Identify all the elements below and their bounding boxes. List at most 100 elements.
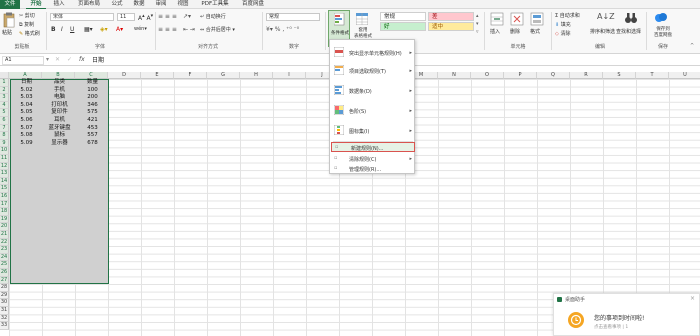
cell-a5[interactable]: 5.05 (10, 109, 43, 117)
delete-cells-button[interactable]: 删除 (510, 28, 520, 35)
paste-button[interactable]: 粘贴 (2, 29, 12, 36)
save-to-netdisk-button[interactable]: 保存到 百度网盘 (648, 27, 678, 38)
cell-c2[interactable]: 100 (76, 87, 109, 95)
notification-sub[interactable]: 点击查看事项 | 1 (594, 324, 628, 330)
insert-cells-icon[interactable] (490, 12, 504, 26)
cancel-formula-icon[interactable]: ✕ (55, 56, 60, 63)
tab-insert[interactable]: 插入 (50, 0, 68, 9)
bold-icon[interactable]: B (51, 26, 56, 33)
row-header-33[interactable]: 33 (0, 322, 9, 330)
column-header-h[interactable]: H (240, 72, 273, 79)
cut-button[interactable]: ✂ 剪切 (19, 12, 35, 19)
column-header-q[interactable]: Q (537, 72, 570, 79)
menu-item-clear-rules[interactable]: ▫ 清除规则(C) ▸ (330, 154, 416, 163)
confirm-formula-icon[interactable]: ✓ (67, 56, 72, 63)
align-left-icon[interactable]: ≡ ≡ ≡ (158, 26, 177, 33)
row-header-19[interactable]: 19 (0, 215, 9, 224)
cell-c4[interactable]: 346 (76, 102, 109, 110)
column-header-t[interactable]: T (636, 72, 669, 79)
currency-icon[interactable]: ¥▾ % , ⁺⁰ ⁻⁰ (266, 26, 299, 33)
font-size-select[interactable]: 11 (117, 13, 135, 21)
cell-a3[interactable]: 5.03 (10, 94, 43, 102)
row-header-28[interactable]: 28 (0, 284, 9, 292)
column-header-s[interactable]: S (603, 72, 636, 79)
row-header-8[interactable]: 8 (0, 132, 9, 140)
row-header-7[interactable]: 7 (0, 124, 9, 133)
row-header-20[interactable]: 20 (0, 223, 9, 231)
copy-button[interactable]: ⧉ 复制 (19, 21, 34, 28)
number-format-select[interactable]: 常规 (266, 13, 320, 21)
table-format-icon[interactable] (355, 12, 369, 26)
merge-center-button[interactable]: ⇔ 合并后居中 ▾ (200, 26, 235, 33)
row-header-13[interactable]: 13 (0, 170, 9, 178)
row-header-22[interactable]: 22 (0, 238, 9, 247)
column-header-b[interactable]: B (42, 72, 75, 79)
cell-a9[interactable]: 5.09 (10, 140, 43, 148)
binoculars-icon[interactable] (624, 11, 638, 25)
find-select-button[interactable]: 查找和选择 (616, 28, 641, 35)
fill-button[interactable]: ⬇ 填充 (555, 21, 571, 28)
desktop-notification[interactable]: 桌面助手 × 您的事项到时间啦! 点击查看事项 | 1 (553, 293, 700, 336)
tab-home[interactable]: 开始 (26, 0, 46, 9)
tab-data[interactable]: 数据 (130, 0, 148, 9)
row-header-29[interactable]: 29 (0, 291, 9, 300)
row-header-18[interactable]: 18 (0, 208, 9, 216)
column-header-r[interactable]: R (570, 72, 603, 79)
menu-item-icon-sets[interactable]: 图标集(I) ▸ (330, 124, 416, 138)
column-header-g[interactable]: G (207, 72, 240, 79)
format-cells-icon[interactable] (530, 12, 544, 26)
insert-function-icon[interactable]: fx (79, 56, 85, 63)
borders-icon[interactable]: ▦▾ (84, 26, 93, 33)
tab-baidu-netdisk[interactable]: 百度网盘 (238, 0, 268, 9)
row-header-15[interactable]: 15 (0, 185, 9, 193)
italic-icon[interactable]: I (61, 26, 63, 33)
column-header-i[interactable]: I (273, 72, 306, 79)
row-header-31[interactable]: 31 (0, 307, 9, 315)
underline-icon[interactable]: U (70, 26, 74, 33)
row-header-10[interactable]: 10 (0, 147, 9, 155)
style-neutral[interactable]: 适中 (428, 22, 474, 31)
column-header-p[interactable]: P (504, 72, 537, 79)
style-bad[interactable]: 差 (428, 12, 474, 21)
column-header-c[interactable]: C (75, 72, 108, 79)
style-normal[interactable]: 常规 (380, 12, 426, 21)
font-color-icon[interactable]: A▾ (116, 26, 123, 33)
column-header-d[interactable]: D (108, 72, 141, 79)
close-icon[interactable]: × (690, 295, 695, 302)
column-header-o[interactable]: O (471, 72, 504, 79)
cell-c9[interactable]: 678 (76, 140, 109, 148)
menu-item-manage-rules[interactable]: ▫ 管理规则(R)... (330, 164, 416, 173)
sort-filter-icon[interactable]: A↓Z (597, 12, 615, 24)
tab-review[interactable]: 审阅 (152, 0, 170, 9)
row-header-23[interactable]: 23 (0, 246, 9, 254)
cloud-save-icon[interactable] (654, 11, 668, 23)
style-good[interactable]: 好 (380, 22, 426, 31)
menu-item-highlight-rules[interactable]: 突出显示单元格规则(H) ▸ (330, 46, 416, 60)
row-header-3[interactable]: 3 (0, 94, 9, 102)
menu-item-color-scales[interactable]: 色阶(S) ▸ (330, 104, 416, 118)
font-name-select[interactable]: 宋体 (50, 13, 114, 21)
sort-filter-button[interactable]: 排序和筛选 (590, 28, 615, 35)
clear-button[interactable]: ◇ 清除 (555, 30, 570, 37)
column-header-f[interactable]: F (174, 72, 207, 79)
menu-item-top-bottom-rules[interactable]: 项目选取规则(T) ▸ (330, 64, 416, 78)
cell-c8[interactable]: 557 (76, 132, 109, 140)
column-header-e[interactable]: E (141, 72, 174, 79)
menu-item-data-bars[interactable]: 数据条(D) ▸ (330, 84, 416, 98)
tab-page-layout[interactable]: 页面布局 (74, 0, 104, 9)
autosum-button[interactable]: Σ 自动求和 (555, 12, 580, 19)
delete-cells-icon[interactable] (510, 12, 524, 26)
row-header-24[interactable]: 24 (0, 253, 9, 262)
column-header-a[interactable]: A (9, 72, 42, 79)
insert-cells-button[interactable]: 插入 (490, 28, 500, 35)
row-header-30[interactable]: 30 (0, 299, 9, 307)
cell-a7[interactable]: 5.07 (10, 125, 43, 133)
cell-c3[interactable]: 200 (76, 94, 109, 102)
cell-a4[interactable]: 5.04 (10, 102, 43, 110)
format-cells-button[interactable]: 格式 (530, 28, 540, 35)
cell-b9[interactable]: 显示器 (43, 140, 76, 148)
row-header-25[interactable]: 25 (0, 261, 9, 269)
column-header-u[interactable]: U (669, 72, 700, 79)
formula-input[interactable]: 日期 (92, 56, 104, 65)
row-header-5[interactable]: 5 (0, 109, 9, 117)
